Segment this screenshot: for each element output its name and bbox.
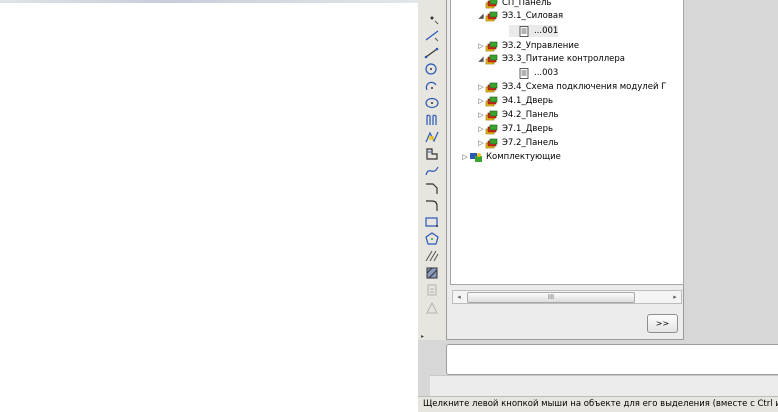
expand-arrow-icon[interactable]: ▷ [477, 82, 485, 92]
collapse-arrow-icon[interactable]: ◢ [477, 11, 485, 21]
expand-arrow-icon[interactable]: ▷ [477, 124, 485, 134]
tree-item[interactable]: ◢ ЭЗ.3_Питание контроллера [477, 53, 625, 65]
sheet-icon [517, 67, 531, 79]
stack-icon [485, 138, 499, 149]
tree-item-label: Э7.1_Дверь [502, 124, 553, 134]
spline-tool-icon[interactable] [421, 112, 443, 128]
rectangle-tool-icon[interactable] [421, 214, 443, 230]
horizontal-scrollbar[interactable]: ◂ III ▸ [452, 290, 682, 304]
polyline-tool-icon[interactable] [421, 129, 443, 145]
scroll-thumb[interactable]: III [467, 292, 635, 303]
stack-icon [485, 82, 499, 93]
ellipse-tool-icon[interactable] [421, 95, 443, 111]
circle-tool-icon[interactable] [421, 61, 443, 77]
arc-tool-icon[interactable] [421, 78, 443, 94]
more-button[interactable]: >> [647, 314, 678, 333]
expand-arrow-icon[interactable]: ▷ [477, 96, 485, 106]
tree-item-label: ЭЗ.4_Схема подключения модулей Г [502, 82, 667, 92]
status-bar-text: Щелкните левой кнопкой мыши на объекте д… [418, 396, 778, 412]
point-tool-icon[interactable] [421, 10, 443, 26]
tree-item[interactable]: ▷ Комплектующие [461, 151, 561, 163]
stack-icon [485, 0, 499, 9]
expand-arrow-icon[interactable]: ▷ [477, 110, 485, 120]
disabled-tool-icon-2 [421, 300, 443, 316]
tree-item-label: СП_Панель [502, 0, 552, 8]
tree-item-label: Комплектующие [486, 152, 561, 162]
drawing-toolbar [418, 0, 447, 340]
sheet-icon [517, 25, 531, 37]
bezier-tool-icon[interactable] [421, 163, 443, 179]
scroll-left-arrow-icon[interactable]: ◂ [453, 291, 465, 303]
collapse-arrow-icon[interactable]: ◢ [477, 54, 485, 64]
tree-item-label: Э4.2_Панель [502, 110, 559, 120]
tree-item-label: ЭЗ.1_Силовая [502, 11, 564, 21]
empty-canvas-area [0, 0, 418, 411]
tree-item[interactable]: ...001 [509, 25, 559, 37]
top-edge-strip [0, 0, 418, 3]
tree-item[interactable]: ▷ ЭЗ.2_Управление [477, 40, 579, 52]
fill-tool-icon[interactable] [421, 265, 443, 281]
stack-icon [485, 96, 499, 107]
tree-item-label: Э4.1_Дверь [502, 96, 553, 106]
tree-item-label: Э7.2_Панель [502, 138, 559, 148]
tree-item[interactable]: ▷ Э7.2_Панель [477, 137, 559, 149]
tree-item-label: ЭЗ.3_Питание контроллера [502, 54, 625, 64]
expand-arrow-icon[interactable]: ▷ [461, 152, 469, 162]
components-icon [469, 152, 483, 163]
expand-arrow-icon[interactable]: ▷ [477, 138, 485, 148]
chamfer-tool-icon[interactable] [421, 180, 443, 196]
stack-icon [485, 41, 499, 52]
toolbar-expand-grip[interactable]: ▸ [421, 333, 427, 341]
document-tree: СП_Панель ◢ ЭЗ.1_Силовая ...001 ▷ ЭЗ.2_Управл… [450, 0, 684, 285]
scroll-right-arrow-icon[interactable]: ▸ [669, 291, 681, 303]
stack-icon [485, 11, 499, 22]
tree-item[interactable]: ◢ ЭЗ.1_Силовая [477, 10, 563, 22]
stack-icon [485, 54, 499, 65]
tree-item[interactable]: ▷ Э7.1_Дверь [477, 123, 553, 135]
tree-item-label: ...003 [534, 68, 559, 78]
tree-item-label: ЭЗ.2_Управление [502, 41, 580, 51]
tree-item[interactable]: ▷ Э4.1_Дверь [477, 95, 553, 107]
tree-item[interactable]: СП_Панель [477, 0, 551, 9]
tree-item[interactable]: ...003 [509, 67, 558, 79]
segment-tool-icon[interactable] [421, 44, 443, 60]
tree-item[interactable]: ▷ ЭЗ.4_Схема подключения модулей Г [477, 81, 666, 93]
expand-arrow-icon[interactable]: ▷ [477, 41, 485, 51]
command-line-input[interactable] [430, 375, 778, 397]
hatch-tool-icon[interactable] [421, 248, 443, 264]
line-tool-icon[interactable] [421, 27, 443, 43]
stack-icon [485, 110, 499, 121]
stack-icon [485, 124, 499, 135]
fillet-tool-icon[interactable] [421, 197, 443, 213]
tree-item-label: ...001 [534, 26, 559, 36]
command-history-box [446, 344, 778, 375]
tree-item[interactable]: ▷ Э4.2_Панель [477, 109, 559, 121]
contour-tool-icon[interactable] [421, 146, 443, 162]
polygon-tool-icon[interactable] [421, 231, 443, 247]
disabled-tool-icon [421, 282, 443, 298]
